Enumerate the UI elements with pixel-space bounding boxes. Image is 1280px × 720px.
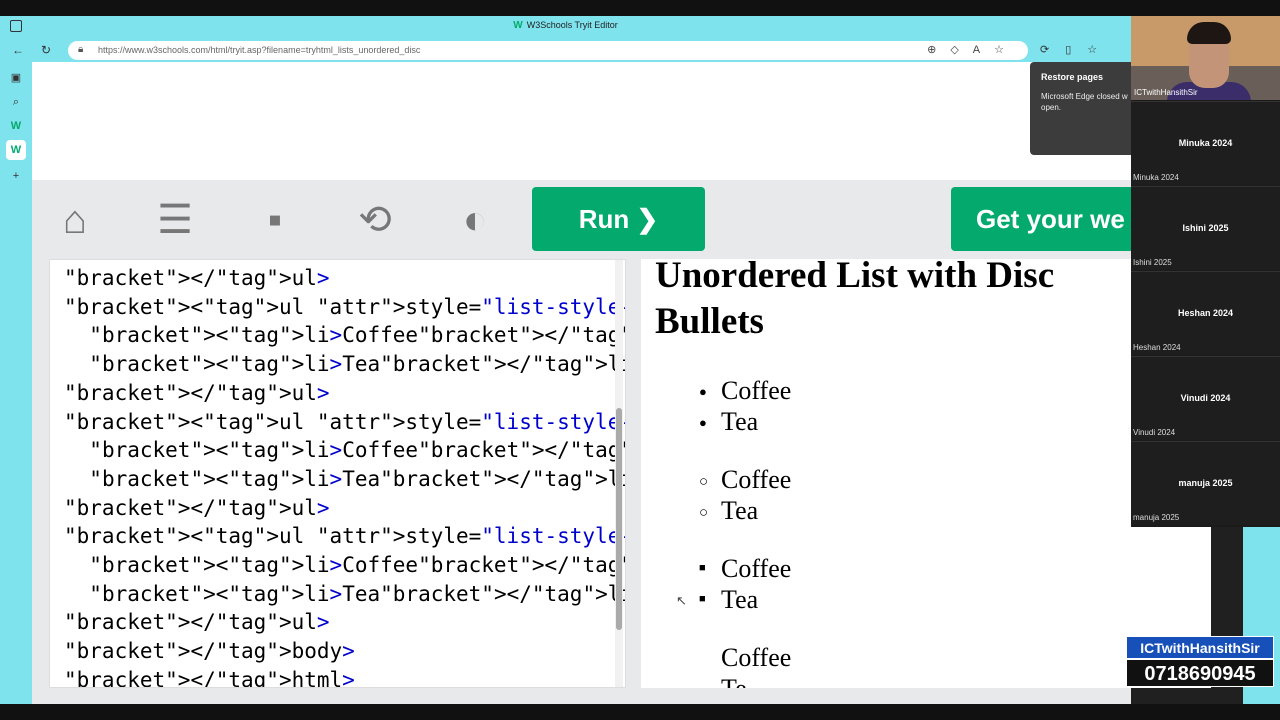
code-line[interactable]: "bracket"><"tag">ul "attr">style="list-s… — [64, 295, 625, 319]
tryit-toolbar: ⌂ ☰ ▪ ⟲ ◐ Run ❯ Get your we — [32, 180, 1131, 258]
disc-bullet-icon: ● — [699, 384, 707, 399]
disc-bullet-icon: ● — [699, 415, 707, 430]
code-scroll-thumb[interactable] — [616, 408, 622, 630]
code-line[interactable]: "bracket"><"tag">li>Tea"bracket"></"tag"… — [64, 582, 625, 606]
list-item: Tea — [721, 407, 759, 436]
restore-title: Restore pages — [1041, 72, 1104, 82]
screen: W W3Schools Tryit Editor ← ↻ 🔒︎ https://w… — [0, 0, 1280, 720]
search-icon[interactable]: ⌕ — [6, 92, 26, 112]
get-your-website-button[interactable]: Get your we — [951, 187, 1131, 251]
add-tab-icon[interactable]: + — [6, 166, 26, 186]
code-editor[interactable]: "bracket"></"tag">ul> "bracket"><"tag">ul… — [49, 259, 626, 688]
presenter-name: ICTwithHansithSir — [1134, 88, 1198, 97]
participant-center-name: Minuka 2024 — [1178, 138, 1233, 148]
phone-badge: 0718690945 — [1126, 659, 1274, 687]
list-item: Coffee — [721, 554, 792, 583]
participant-label: Minuka 2024 — [1133, 173, 1179, 182]
participant-center-name: Heshan 2024 — [1177, 308, 1234, 318]
participant-tile[interactable]: manuja 2025 manuja 2025 — [1131, 441, 1280, 525]
participant-label: Vinudi 2024 — [1133, 428, 1176, 437]
code-line[interactable]: "bracket"><"tag">li>Tea"bracket"></"tag"… — [64, 467, 625, 491]
url-field[interactable]: 🔒︎ https://www.w3schools.com/html/tryit.… — [68, 41, 1028, 60]
participant-label: manuja 2025 — [1133, 513, 1180, 522]
w3schools-logo-icon: W — [513, 20, 523, 31]
circle-bullet-icon: ○ — [699, 504, 709, 521]
w3schools-active-tab-icon[interactable]: W — [6, 140, 26, 160]
list-item: Coffee — [721, 465, 792, 494]
code-line[interactable]: "bracket"><"tag">ul "attr">style="list-s… — [64, 410, 625, 434]
list-item: Coffee — [721, 376, 792, 405]
page-header-blank — [32, 62, 1131, 180]
url-action-icons[interactable]: ⊕◇A☆ — [927, 43, 1018, 56]
participant-label: Ishini 2025 — [1133, 258, 1172, 267]
restore-pages-popup[interactable]: Restore pages Microsoft Edge closed w op… — [1030, 62, 1131, 155]
code-line[interactable]: "bracket"><"tag">li>Coffee"bracket"></"t… — [64, 553, 625, 577]
result-heading: Unordered List with Disc Bullets — [655, 259, 1055, 342]
url-text: https://www.w3schools.com/html/tryit.asp… — [98, 45, 421, 55]
code-line[interactable]: "bracket"></"tag">ul> — [64, 381, 330, 405]
participant-center-name: manuja 2025 — [1178, 478, 1233, 488]
participant-center-name: Ishini 2025 — [1182, 223, 1229, 233]
code-line[interactable]: "bracket"><"tag">ul "attr">style="list-s… — [64, 524, 625, 548]
back-icon[interactable]: ← — [10, 42, 26, 58]
rotate-icon[interactable]: ⟲ — [352, 197, 398, 243]
theme-icon[interactable]: ◐ — [452, 197, 498, 243]
run-button[interactable]: Run ❯ — [532, 187, 705, 251]
save-icon[interactable]: ▪ — [252, 197, 298, 243]
list-item: Coffee — [721, 643, 792, 672]
browser-toolbar-icons[interactable]: ⟳▯☆ — [1040, 43, 1113, 56]
refresh-icon[interactable]: ↻ — [38, 42, 54, 58]
code-scrollbar[interactable] — [615, 260, 623, 687]
participant-center-name: Vinudi 2024 — [1180, 393, 1231, 403]
presenter-hair — [1187, 22, 1231, 44]
code-line[interactable]: "bracket"></"tag">ul> — [64, 496, 330, 520]
code-line[interactable]: "bracket"></"tag">html> — [64, 668, 355, 687]
result-frame: Unordered List with Disc Bullets Coffee ●… — [641, 259, 1211, 688]
presenter-video: ICTwithHansithSir — [1131, 16, 1280, 100]
participant-tile[interactable]: Ishini 2025 Ishini 2025 — [1131, 186, 1280, 270]
list-item: Tea — [721, 496, 759, 525]
participant-tile[interactable]: Heshan 2024 Heshan 2024 — [1131, 271, 1280, 355]
code-line[interactable]: "bracket"></"tag">ul> — [64, 266, 330, 290]
window-title-text: W3Schools Tryit Editor — [526, 20, 618, 30]
top-black-band — [0, 0, 1280, 16]
tabs-icon[interactable]: ▣ — [6, 68, 26, 88]
code-line[interactable]: "bracket"><"tag">li>Coffee"bracket"></"t… — [64, 323, 625, 347]
menu-icon[interactable]: ☰ — [152, 197, 198, 243]
channel-badge: ICTwithHansithSir — [1126, 636, 1274, 659]
code-line[interactable]: "bracket"></"tag">body> — [64, 639, 355, 663]
square-bullet-icon: ■ — [699, 562, 706, 574]
restore-body: Microsoft Edge closed w open. — [1041, 92, 1128, 112]
w3schools-tab-icon[interactable]: W — [6, 116, 26, 136]
code-line[interactable]: "bracket"><"tag">li>Tea"bracket"></"tag"… — [64, 352, 625, 376]
meeting-participants: ICTwithHansithSir Minuka 2024 Minuka 2024… — [1131, 16, 1280, 527]
square-bullet-icon: ■ — [699, 593, 706, 605]
list-item: Tea — [721, 585, 759, 614]
bottom-black-band — [0, 704, 1280, 720]
participant-tile[interactable]: Vinudi 2024 Vinudi 2024 — [1131, 356, 1280, 440]
list-item: Te — [721, 674, 747, 688]
circle-bullet-icon: ○ — [699, 473, 709, 490]
page-content: ⌂ ☰ ▪ ⟲ ◐ Run ❯ Get your we "bracket"></… — [32, 62, 1211, 704]
edge-sidebar: ▣ ⌕ W W + — [0, 62, 32, 704]
participant-label: Heshan 2024 — [1133, 343, 1181, 352]
address-bar: ← ↻ 🔒︎ https://www.w3schools.com/html/tr… — [0, 38, 1131, 62]
window-title: W W3Schools Tryit Editor — [0, 20, 1131, 31]
participant-tile[interactable]: Minuka 2024 Minuka 2024 — [1131, 101, 1280, 185]
lock-icon: 🔒︎ — [78, 44, 84, 55]
mouse-cursor-icon: ↖ — [676, 593, 687, 608]
home-icon[interactable]: ⌂ — [52, 197, 98, 243]
title-bar: W W3Schools Tryit Editor — [0, 16, 1131, 38]
code-line[interactable]: "bracket"></"tag">ul> — [64, 610, 330, 634]
code-line[interactable]: "bracket"><"tag">li>Coffee"bracket"></"t… — [64, 438, 625, 462]
